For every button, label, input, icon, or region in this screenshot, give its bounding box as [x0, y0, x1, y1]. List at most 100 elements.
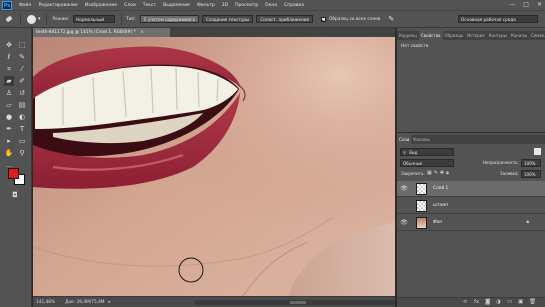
spot-healing-tool-icon[interactable] [4, 14, 14, 24]
zoom-tool-icon[interactable]: ⚲ [17, 148, 27, 158]
layers-panel-tabs: Слои Каналы [397, 135, 545, 144]
tab-properties[interactable]: Свойства [418, 31, 443, 40]
minimize-icon[interactable]: — [509, 1, 515, 9]
opacity-field[interactable]: 100% [521, 159, 541, 167]
blur-tool-icon[interactable]: ● [4, 112, 14, 122]
menu-bar: Ps Файл Редактирование Изображение Слои … [0, 0, 545, 10]
menu-edit[interactable]: Редактирование [38, 3, 77, 8]
layer-row[interactable]: 👁︎ Слой 1 [397, 181, 545, 197]
move-tool-icon[interactable]: ✥ [4, 40, 14, 50]
eyedropper-tool-icon[interactable]: ⁄ [17, 64, 27, 74]
status-menu-arrow-icon[interactable]: ▸ [109, 300, 111, 305]
right-panel-dock: Коррекц Свойства Образцы История Контуры… [396, 28, 545, 307]
lasso-tool-icon[interactable]: ℓ [4, 52, 14, 62]
tab-character[interactable]: Символ [529, 31, 545, 40]
menu-file[interactable]: Файл [19, 3, 31, 8]
menu-type[interactable]: Текст [143, 3, 156, 8]
opacity-label: Непрозрачность: [483, 160, 519, 165]
pressure-icon[interactable]: ✎ [388, 15, 394, 23]
tab-history[interactable]: История [465, 31, 487, 40]
canvas[interactable] [33, 37, 395, 296]
menu-layers[interactable]: Слои [124, 3, 136, 8]
crop-tool-icon[interactable]: ⌗ [4, 64, 14, 74]
eye-hidden-icon[interactable]: · [400, 202, 408, 209]
quick-select-tool-icon[interactable]: ✎ [17, 52, 27, 62]
type-content-aware-button[interactable]: С учетом содержимого [139, 15, 200, 23]
tab-close-icon[interactable]: × [140, 30, 144, 35]
brush-preset-icon[interactable] [27, 14, 36, 24]
search-icon: ⚲ [403, 150, 406, 155]
document-tab-title: teeth-841172.jpg @ 141% (Слой 1, RGB/8#)… [36, 30, 136, 35]
lock-label: Закрепить: [401, 171, 425, 176]
hand-tool-icon[interactable]: ✋ [4, 148, 14, 158]
zoom-level[interactable]: 141,48% [36, 300, 55, 305]
scrollbar-thumb[interactable] [290, 301, 306, 304]
history-brush-tool-icon[interactable]: ↺ [17, 88, 27, 98]
layer-name[interactable]: штамп [433, 203, 448, 208]
foreground-color-swatch[interactable] [8, 168, 19, 179]
marquee-tool-icon[interactable]: ⬚ [17, 40, 27, 50]
menu-window[interactable]: Окно [265, 3, 277, 8]
layer-filter-kind[interactable]: ⚲ Вид [400, 148, 454, 156]
pen-tool-icon[interactable]: ✒ [4, 124, 14, 134]
layer-style-icon[interactable]: fx [474, 299, 479, 305]
eye-icon[interactable]: 👁︎ [400, 185, 408, 192]
filter-toggle-icon[interactable] [534, 148, 541, 155]
menu-3d[interactable]: 3D [222, 3, 228, 8]
type-label: Тип: [126, 16, 136, 22]
sample-all-layers-checkbox[interactable] [320, 16, 326, 22]
dodge-tool-icon[interactable]: ◐ [17, 112, 27, 122]
layer-name[interactable]: Фон [433, 220, 442, 225]
tab-layers[interactable]: Слои [397, 135, 412, 144]
quick-mask-icon[interactable]: ◘ [10, 190, 20, 200]
menu-image[interactable]: Изображение [85, 3, 117, 8]
chevron-down-icon[interactable]: ▾ [38, 16, 41, 22]
layer-row[interactable]: · штамп [397, 198, 545, 214]
photoshop-logo: Ps [2, 0, 12, 10]
fill-field[interactable]: 100% [521, 170, 541, 178]
type-proximity-match-button[interactable]: Сопост. приближения [256, 15, 313, 23]
eraser-tool-icon[interactable]: ▱ [4, 100, 14, 110]
blend-mode-select[interactable]: Обычные [400, 159, 454, 167]
lock-icons[interactable]: ▦✎✥🔒︎ [427, 170, 451, 176]
new-group-icon[interactable]: ▭ [507, 299, 512, 305]
tab-channels[interactable]: Каналы [509, 31, 529, 40]
delete-layer-icon[interactable]: 🗑︎ [529, 299, 536, 305]
layer-name[interactable]: Слой 1 [433, 186, 448, 191]
link-layers-icon[interactable]: ∞ [463, 299, 468, 305]
document-tab[interactable]: teeth-841172.jpg @ 141% (Слой 1, RGB/8#)… [33, 28, 170, 37]
gradient-tool-icon[interactable]: ▤ [17, 100, 27, 110]
clone-stamp-tool-icon[interactable]: ♙ [4, 88, 14, 98]
tab-adjustments[interactable]: Коррекц [397, 31, 419, 40]
tab-paths[interactable]: Контуры [487, 31, 509, 40]
close-icon[interactable]: ✕ [537, 1, 542, 9]
sample-all-layers-label: Образец со всех слоев [328, 16, 381, 22]
workspace-select[interactable]: Основная рабочая среда [458, 15, 538, 23]
type-create-texture-button[interactable]: Создание текстуры [202, 15, 254, 23]
adjustment-layer-icon[interactable]: ◑ [496, 299, 501, 305]
type-tool-icon[interactable]: T [17, 124, 27, 134]
document-tab-bar: teeth-841172.jpg @ 141% (Слой 1, RGB/8#)… [33, 28, 395, 37]
path-select-tool-icon[interactable]: ▸ [4, 136, 14, 146]
layer-kind-value: Вид [409, 150, 418, 155]
photo-image [33, 37, 395, 296]
menu-select[interactable]: Выделение [163, 3, 190, 8]
healing-brush-tool-icon[interactable]: ▰ [4, 76, 14, 86]
new-layer-icon[interactable]: ▣ [518, 299, 523, 305]
horizontal-scrollbar[interactable] [195, 300, 395, 305]
brush-tool-icon[interactable]: ✐ [17, 76, 27, 86]
maximize-icon[interactable]: □ [523, 1, 529, 9]
menu-filter[interactable]: Фильтр [197, 3, 215, 8]
fill-label: Заливка: [500, 171, 519, 176]
status-bar: 141,48% Док: 39,4M/75,4M ▸ [33, 296, 395, 307]
tab-swatches[interactable]: Образцы [443, 31, 466, 40]
menu-view[interactable]: Просмотр [235, 3, 258, 8]
mode-select[interactable]: Нормальный [73, 15, 116, 23]
layer-thumbnail [416, 216, 427, 229]
layer-row[interactable]: 👁︎ Фон 🔒︎ [397, 215, 545, 231]
eye-icon[interactable]: 👁︎ [400, 219, 408, 226]
add-mask-icon[interactable]: ◙ [485, 299, 490, 305]
tab-layer-channels[interactable]: Каналы [411, 135, 431, 144]
shape-tool-icon[interactable]: ▭ [17, 136, 27, 146]
menu-help[interactable]: Справка [284, 3, 304, 8]
